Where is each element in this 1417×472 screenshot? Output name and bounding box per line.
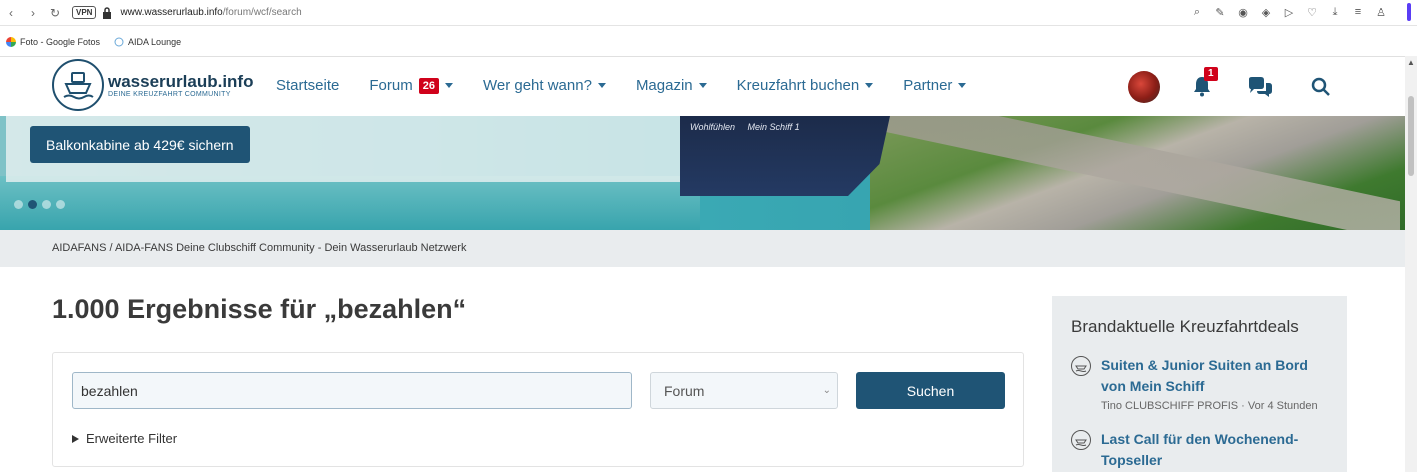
- disclosure-triangle-icon: [72, 434, 79, 443]
- back-icon[interactable]: ‹: [0, 2, 22, 24]
- slider-dot-1[interactable]: [14, 200, 23, 209]
- slider-dots: [14, 200, 65, 209]
- slider-dot-2[interactable]: [28, 200, 37, 209]
- search-input[interactable]: [72, 372, 632, 409]
- browser-toolbar: ‹ › ↻ VPN www.wasserurlaub.info/forum/wc…: [0, 0, 1417, 26]
- search-type-select[interactable]: Forum ⌄: [650, 372, 838, 409]
- nav-forum[interactable]: Forum 26: [369, 77, 453, 94]
- breadcrumb-bar: AIDAFANS / AIDA-FANS Deine Clubschiff Co…: [0, 230, 1405, 267]
- caret-down-icon: [958, 83, 967, 88]
- notifications-button[interactable]: 1: [1192, 67, 1218, 99]
- slider-dot-3[interactable]: [42, 200, 51, 209]
- forum-count-badge: 26: [418, 77, 439, 94]
- slider-dot-4[interactable]: [56, 200, 65, 209]
- ship-icon: [1071, 430, 1091, 450]
- caret-down-icon: [698, 83, 707, 88]
- caret-down-icon: [597, 83, 606, 88]
- sidebar-title: Brandaktuelle Kreuzfahrtdeals: [1071, 317, 1299, 336]
- hero-cta-button[interactable]: Balkonkabine ab 429€ sichern: [30, 126, 250, 163]
- conversations-icon[interactable]: [1247, 76, 1273, 98]
- search-button[interactable]: Suchen: [856, 372, 1005, 409]
- search-form: Forum ⌄ Suchen Erweiterte Filter: [52, 352, 1024, 467]
- hero-banner: Wohlfühlen Mein Schiff 1 Balkonkabine ab…: [0, 116, 1405, 230]
- address-bar[interactable]: www.wasserurlaub.info/forum/wcf/search: [120, 7, 301, 18]
- menu-icon[interactable]: ≡: [1350, 4, 1366, 20]
- pinwheel-icon: [6, 37, 16, 47]
- zoom-icon[interactable]: ⌕: [1189, 4, 1205, 20]
- page-scrollbar[interactable]: ▲: [1405, 56, 1417, 472]
- reload-icon[interactable]: ↻: [44, 2, 66, 24]
- ship-logo-icon: [52, 59, 104, 111]
- forward-icon[interactable]: ›: [22, 2, 44, 24]
- user-avatar[interactable]: [1128, 71, 1160, 103]
- shield-icon[interactable]: ◈: [1258, 4, 1274, 20]
- hero-panel: Balkonkabine ab 429€ sichern: [6, 116, 680, 182]
- download-icon[interactable]: ⤓: [1327, 4, 1343, 20]
- heart-icon[interactable]: ♡: [1304, 4, 1320, 20]
- nav-magazin[interactable]: Magazin: [636, 77, 707, 94]
- lock-icon: [102, 6, 112, 19]
- play-icon[interactable]: ▷: [1281, 4, 1297, 20]
- ship-icon: [1071, 356, 1091, 376]
- caret-down-icon: [444, 83, 453, 88]
- bookmark-google-fotos[interactable]: Foto - Google Fotos: [6, 37, 100, 47]
- search-icon[interactable]: [1311, 77, 1331, 97]
- chevron-down-icon: ⌄: [822, 385, 831, 396]
- site-logo[interactable]: wasserurlaub.info DEINE KREUZFAHRT COMMU…: [52, 59, 253, 111]
- vpn-badge[interactable]: VPN: [72, 6, 97, 19]
- notification-count-badge: 1: [1204, 67, 1218, 81]
- advanced-filters-toggle[interactable]: Erweiterte Filter: [72, 431, 177, 446]
- scroll-up-icon[interactable]: ▲: [1407, 58, 1415, 67]
- main-nav: Startseite Forum 26 Wer geht wann? Magazi…: [276, 77, 996, 94]
- edit-icon[interactable]: ✎: [1212, 4, 1228, 20]
- scroll-thumb[interactable]: [1408, 96, 1414, 176]
- profile-icon[interactable]: ♙: [1373, 4, 1389, 20]
- nav-partner[interactable]: Partner: [903, 77, 967, 94]
- deals-sidebar: Brandaktuelle Kreuzfahrtdeals Suiten & J…: [1052, 296, 1347, 472]
- deal-item[interactable]: Last Call für den Wochenend-Topseller: [1071, 429, 1336, 471]
- deal-item[interactable]: Suiten & Junior Suiten an Bord von Mein …: [1071, 355, 1336, 412]
- bookmark-aida-lounge[interactable]: AIDA Lounge: [114, 37, 181, 47]
- breadcrumb[interactable]: AIDAFANS / AIDA-FANS Deine Clubschiff Co…: [52, 242, 466, 254]
- sidebar-toggle[interactable]: [1407, 3, 1411, 21]
- camera-icon[interactable]: ◉: [1235, 4, 1251, 20]
- nav-startseite[interactable]: Startseite: [276, 77, 339, 94]
- chat-bubble-icon: [114, 37, 124, 47]
- nav-kreuzfahrt-buchen[interactable]: Kreuzfahrt buchen: [737, 77, 874, 94]
- bookmarks-bar: Foto - Google Fotos AIDA Lounge: [0, 30, 1417, 54]
- hero-sea: [0, 176, 700, 230]
- page-title: 1.000 Ergebnisse für „bezahlen“: [52, 294, 467, 324]
- site-header: wasserurlaub.info DEINE KREUZFAHRT COMMU…: [0, 56, 1405, 116]
- caret-down-icon: [865, 83, 874, 88]
- nav-wer-geht-wann[interactable]: Wer geht wann?: [483, 77, 606, 94]
- hero-ship-lettering: Wohlfühlen Mein Schiff 1: [690, 122, 800, 132]
